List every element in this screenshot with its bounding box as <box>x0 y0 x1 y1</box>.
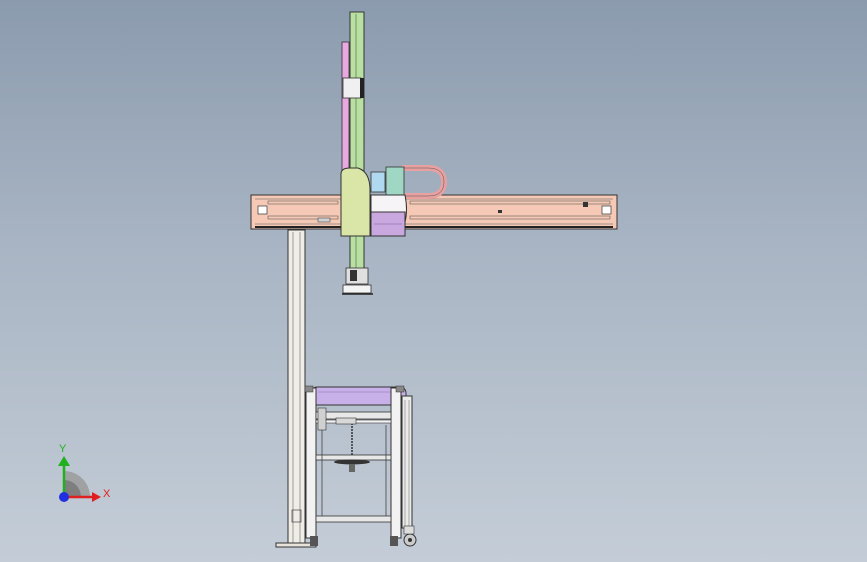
x-axis-label: X <box>103 488 111 500</box>
coordinate-triad <box>58 456 101 502</box>
cad-viewport[interactable]: Y X <box>0 0 867 562</box>
y-axis-label: Y <box>59 443 67 455</box>
y-arrow-head <box>58 456 70 466</box>
z-axis-origin <box>59 492 69 502</box>
x-arrow-head <box>92 492 101 502</box>
